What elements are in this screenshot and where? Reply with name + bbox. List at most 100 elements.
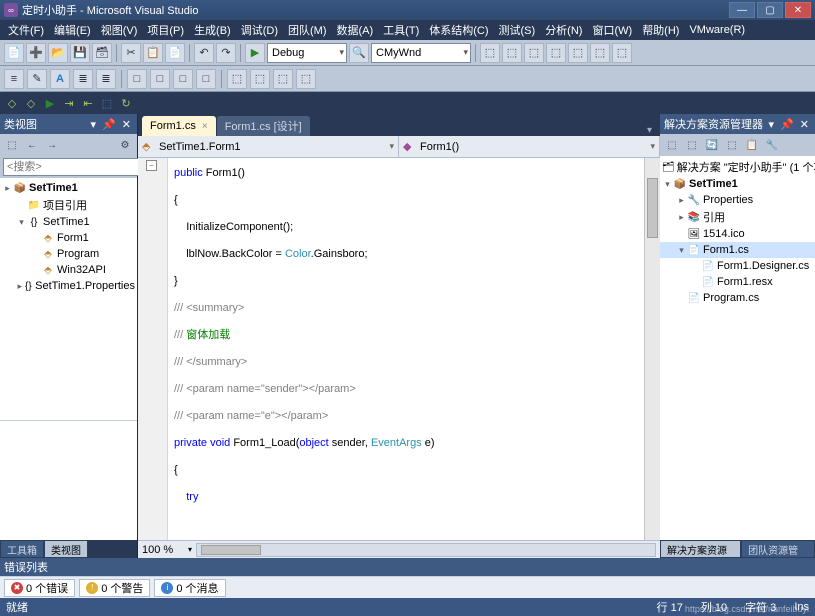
tree-item[interactable]: 🖼1514.ico [660,226,815,242]
find-button[interactable]: 🔍 [349,43,369,63]
menu-item[interactable]: 帮助(H) [638,20,683,40]
tree-item[interactable]: ⬘Form1 [0,230,137,246]
solution-tree[interactable]: 🗂解决方案 "定时小助手" (1 个项目)▾📦SetTime1▸🔧Propert… [660,156,815,540]
tb2-6[interactable]: □ [127,69,147,89]
tree-item[interactable]: ▾📦SetTime1 [660,176,815,192]
dbg-4[interactable]: ⇥ [61,95,77,111]
cut-button[interactable]: ✂ [121,43,141,63]
platform-dropdown[interactable]: CMyWnd [371,43,471,63]
se-tb-3[interactable]: 🔄 [703,136,721,154]
tree-item[interactable]: ▾📄Form1.cs [660,242,815,258]
tree-item[interactable]: 📄Form1.resx [660,274,815,290]
tree-item[interactable]: ▸🔧Properties [660,192,815,208]
save-button[interactable]: 💾 [70,43,90,63]
menu-item[interactable]: 数据(A) [333,20,378,40]
menu-item[interactable]: VMware(R) [685,22,749,38]
error-filter-pill[interactable]: !0 个警告 [79,579,150,597]
se-tb-2[interactable]: ⬚ [683,136,701,154]
copy-button[interactable]: 📋 [143,43,163,63]
cv-tb-settings[interactable]: ⚙ [116,136,134,154]
expand-icon[interactable]: ▸ [676,212,687,223]
redo-button[interactable]: ↷ [216,43,236,63]
panel-close-icon[interactable]: ✕ [798,118,811,131]
dbg-7[interactable]: ↻ [118,95,134,111]
document-tab[interactable]: Form1.cs [设计] [217,116,310,136]
tb2-5[interactable]: ≣ [96,69,116,89]
menu-item[interactable]: 窗口(W) [588,20,636,40]
tb2-3[interactable]: A [50,69,70,89]
tb-misc-5[interactable]: ⬚ [568,43,588,63]
tree-item[interactable]: ▾{}SetTime1 [0,214,137,230]
document-tab[interactable]: Form1.cs [142,116,216,136]
save-all-button[interactable]: 🗃 [92,43,112,63]
panel-tab[interactable]: 工具箱 [0,540,44,558]
tree-item[interactable]: 📁项目引用 [0,196,137,214]
tb2-1[interactable]: ≡ [4,69,24,89]
tree-item[interactable]: ▸{}SetTime1.Properties [0,278,137,294]
error-filter-pill[interactable]: ✖0 个错误 [4,579,75,597]
code-area[interactable]: public Form1(){ InitializeComponent(); l… [168,158,644,540]
dbg-5[interactable]: ⇤ [80,95,96,111]
class-view-tree[interactable]: ▸📦SetTime1📁项目引用▾{}SetTime1⬘Form1⬘Program… [0,178,137,420]
panel-close-icon[interactable]: ✕ [120,118,133,131]
se-tb-5[interactable]: 📋 [743,136,761,154]
tree-item[interactable]: 🗂解决方案 "定时小助手" (1 个项目) [660,158,815,176]
tb-misc-1[interactable]: ⬚ [480,43,500,63]
class-view-search-input[interactable] [3,158,153,176]
tree-item[interactable]: 📄Form1.Designer.cs [660,258,815,274]
config-dropdown[interactable]: Debug [267,43,347,63]
tb-misc-4[interactable]: ⬚ [546,43,566,63]
expand-icon[interactable]: ▸ [2,183,13,194]
se-tb-6[interactable]: 🔧 [763,136,781,154]
tb-misc-7[interactable]: ⬚ [612,43,632,63]
tb2-9[interactable]: □ [196,69,216,89]
cv-tb-3[interactable]: → [43,136,61,154]
zoom-dropdown-icon[interactable]: ▾ [188,545,192,554]
tb2-4[interactable]: ≣ [73,69,93,89]
dbg-2[interactable]: ◇ [23,95,39,111]
dbg-1[interactable]: ◇ [4,95,20,111]
maximize-button[interactable]: ▢ [757,2,783,18]
vertical-scrollbar[interactable] [644,158,660,540]
tree-item[interactable]: ⬘Program [0,246,137,262]
start-button[interactable]: ▶ [245,43,265,63]
paste-button[interactable]: 📄 [165,43,185,63]
tb2-8[interactable]: □ [173,69,193,89]
expand-icon[interactable]: ▾ [16,217,27,228]
class-dropdown[interactable]: ⬘SetTime1.Form1 [138,136,399,157]
tb-misc-6[interactable]: ⬚ [590,43,610,63]
tb2-12[interactable]: ⬚ [273,69,293,89]
tb2-7[interactable]: □ [150,69,170,89]
add-item-button[interactable]: ➕ [26,43,46,63]
se-tb-1[interactable]: ⬚ [663,136,681,154]
expand-icon[interactable]: ▾ [676,245,687,256]
tabs-overflow-icon[interactable]: ▾ [643,125,656,136]
cv-tb-1[interactable]: ⬚ [3,136,21,154]
panel-tab[interactable]: 类视图 [44,540,88,558]
cv-tb-2[interactable]: ← [23,136,41,154]
panel-pin-icon[interactable]: 📌 [100,118,118,131]
hscroll-thumb[interactable] [201,545,261,555]
new-project-button[interactable]: 📄 [4,43,24,63]
expand-icon[interactable]: ▸ [676,195,687,206]
dbg-6[interactable]: ⬚ [99,95,115,111]
panel-dropdown-icon[interactable]: ▾ [89,118,99,131]
zoom-level[interactable]: 100 % [142,544,192,556]
menu-item[interactable]: 项目(P) [143,20,188,40]
horizontal-scrollbar[interactable] [196,543,656,557]
close-button[interactable]: ✕ [785,2,811,18]
panel-pin-icon[interactable]: 📌 [778,118,796,131]
menu-item[interactable]: 调试(D) [237,20,282,40]
expand-icon[interactable]: ▸ [16,281,24,292]
panel-tab[interactable]: 团队资源管理器 [741,540,815,558]
tb2-13[interactable]: ⬚ [296,69,316,89]
minimize-button[interactable]: — [729,2,755,18]
tb2-11[interactable]: ⬚ [250,69,270,89]
tree-item[interactable]: ⬘Win32API [0,262,137,278]
scrollbar-thumb[interactable] [647,178,658,238]
fold-icon[interactable]: − [146,160,157,171]
panel-dropdown-icon[interactable]: ▾ [767,118,777,131]
dbg-3[interactable]: ▶ [42,95,58,111]
tree-item[interactable]: 📄Program.cs [660,290,815,306]
menu-item[interactable]: 生成(B) [190,20,235,40]
